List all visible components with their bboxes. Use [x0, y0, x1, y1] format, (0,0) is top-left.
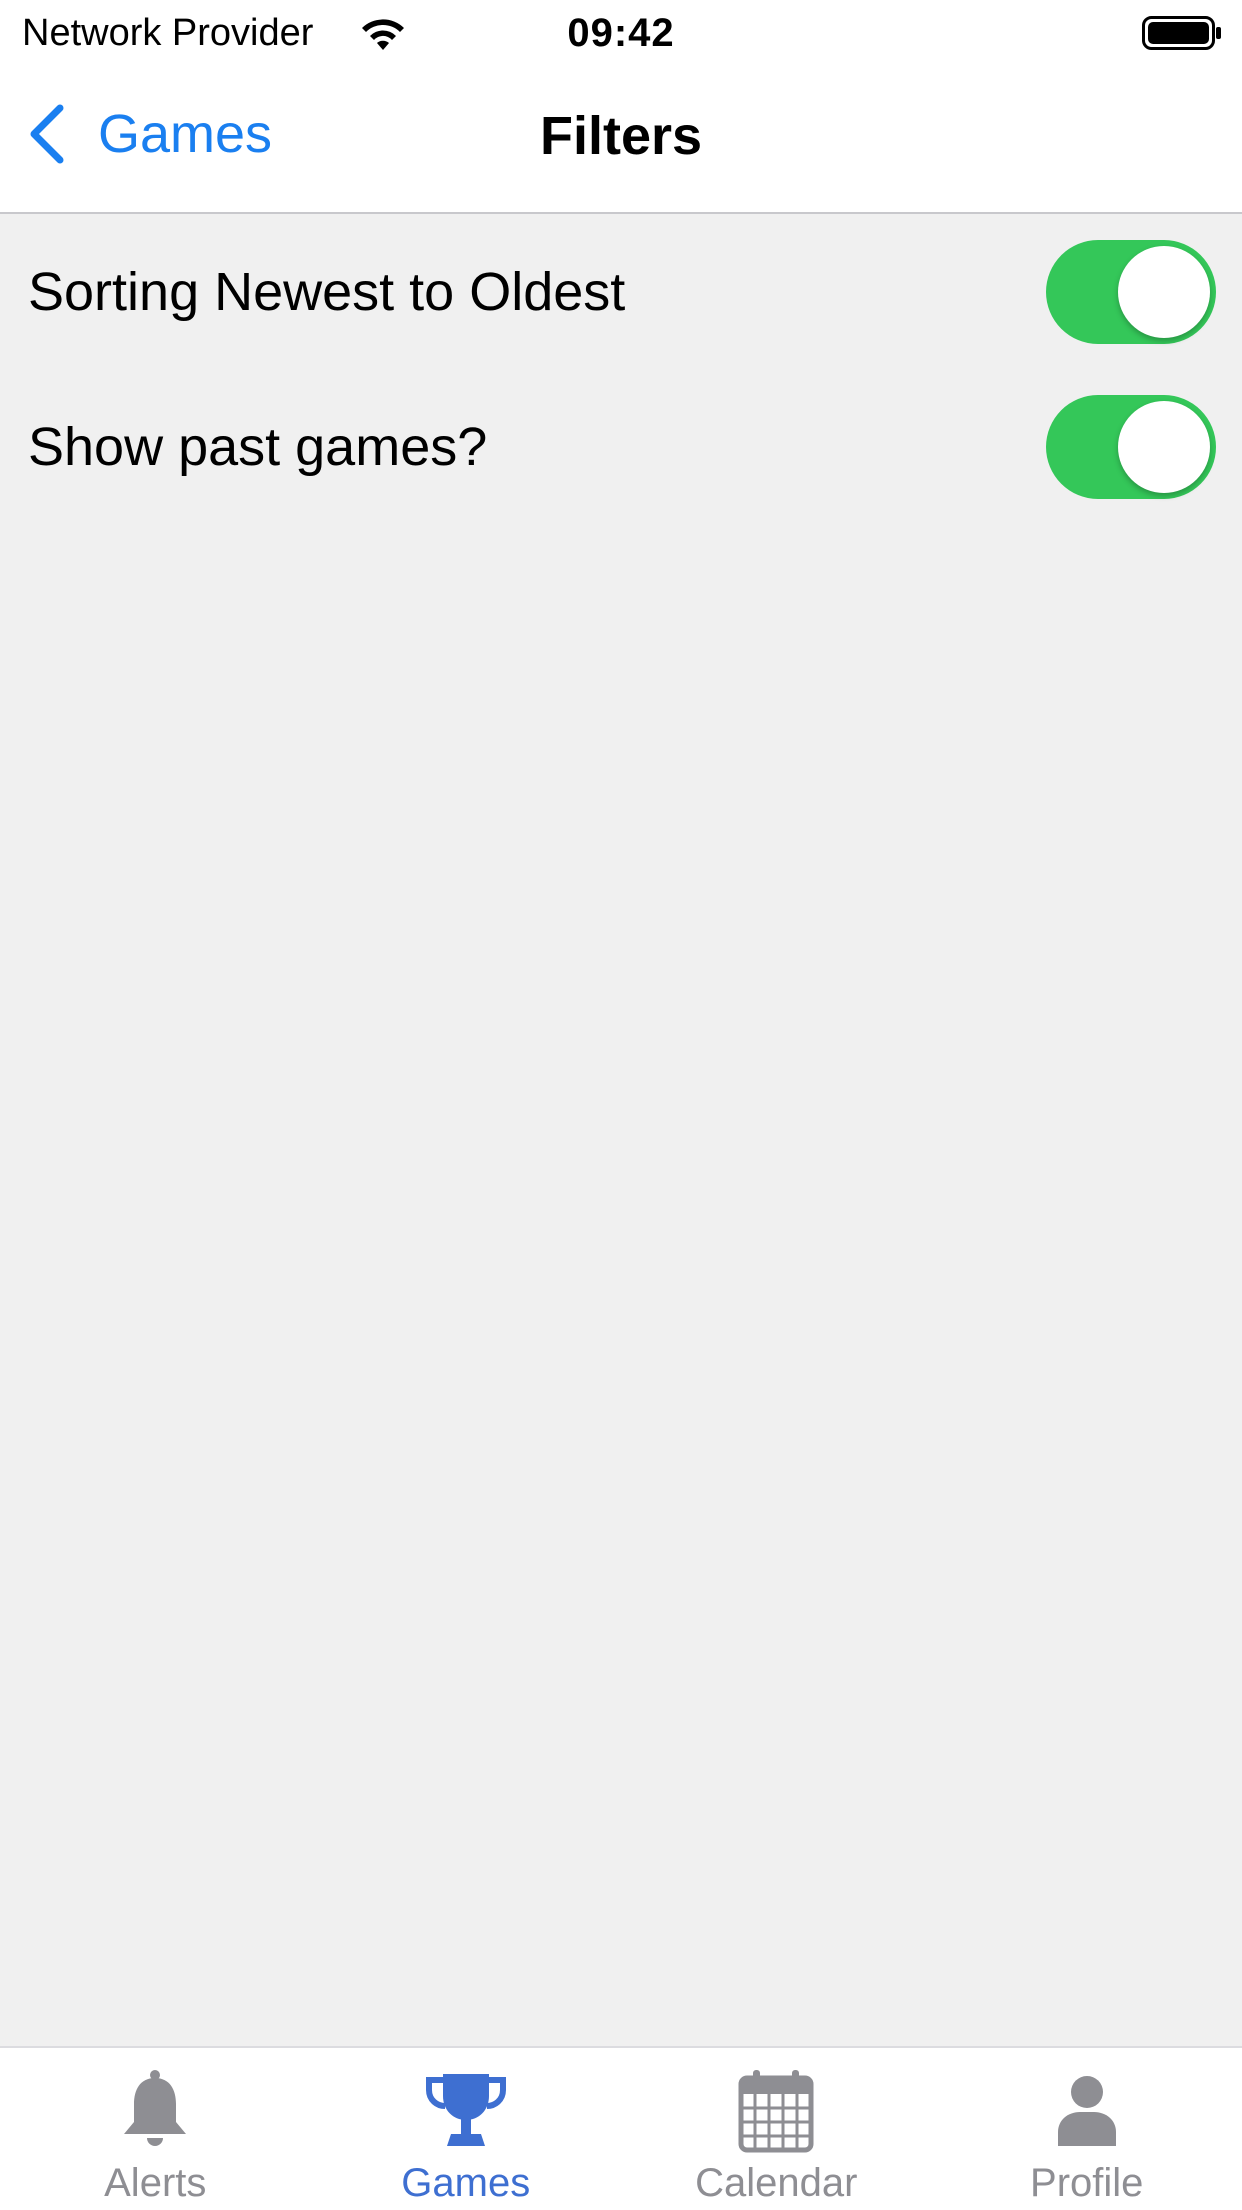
tab-profile[interactable]: Profile	[932, 2048, 1242, 2210]
battery-icon	[1142, 14, 1222, 52]
page-title: Filters	[0, 104, 1242, 168]
person-icon	[1042, 2066, 1132, 2156]
tab-label: Games	[401, 2160, 530, 2206]
show-past-games-toggle[interactable]	[1046, 395, 1216, 499]
tab-bar: Alerts Games Calenda	[0, 2046, 1242, 2210]
tab-label: Calendar	[695, 2160, 857, 2206]
sort-newest-toggle[interactable]	[1046, 240, 1216, 344]
bell-icon	[110, 2066, 200, 2156]
settings-list: Sorting Newest to Oldest Show past games…	[0, 214, 1242, 524]
status-time: 09:42	[0, 10, 1242, 56]
tab-games[interactable]: Games	[311, 2048, 622, 2210]
setting-label: Sorting Newest to Oldest	[28, 260, 625, 324]
tab-label: Alerts	[104, 2160, 206, 2206]
tab-label: Profile	[1030, 2160, 1143, 2206]
toggle-knob	[1118, 401, 1210, 493]
toggle-knob	[1118, 246, 1210, 338]
status-bar: Network Provider 09:42	[0, 0, 1242, 64]
tab-alerts[interactable]: Alerts	[0, 2048, 311, 2210]
setting-row-show-past-games: Show past games?	[0, 369, 1242, 524]
setting-row-sort-order: Sorting Newest to Oldest	[0, 214, 1242, 369]
trophy-icon	[421, 2066, 511, 2156]
setting-label: Show past games?	[28, 415, 487, 479]
navigation-bar: Games Filters	[0, 64, 1242, 214]
tab-calendar[interactable]: Calendar	[621, 2048, 932, 2210]
calendar-icon	[731, 2066, 821, 2156]
